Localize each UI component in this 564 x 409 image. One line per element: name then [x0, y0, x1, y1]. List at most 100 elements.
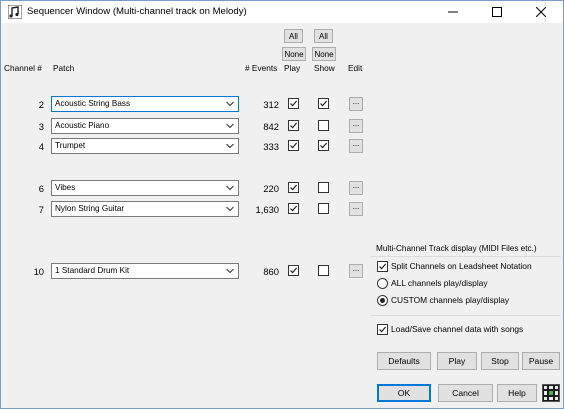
group-divider — [371, 256, 561, 257]
edit-button[interactable]: ... — [349, 181, 363, 195]
app-icon — [8, 5, 22, 19]
event-count: 220 — [263, 183, 279, 194]
channel-number: 10 — [33, 266, 44, 277]
event-count: 312 — [263, 99, 279, 110]
pause-label: Pause — [528, 356, 554, 366]
check-icon — [290, 100, 298, 107]
play-checkbox[interactable] — [288, 182, 299, 193]
cancel-label: Cancel — [452, 388, 479, 398]
chevron-down-icon — [226, 185, 234, 191]
edit-button[interactable]: ... — [349, 202, 363, 216]
show-checkbox[interactable] — [318, 203, 329, 214]
pause-button[interactable]: Pause — [522, 352, 560, 370]
play-checkbox[interactable] — [288, 120, 299, 131]
maximize-icon — [492, 7, 502, 17]
check-icon — [290, 142, 298, 149]
film-grid-button[interactable] — [542, 384, 560, 402]
all-channels-radio[interactable] — [377, 278, 388, 289]
title-bar: Sequencer Window (Multi-channel track on… — [1, 1, 563, 23]
channel-header: Channel # — [4, 63, 42, 73]
split-channels-checkbox[interactable] — [377, 261, 388, 272]
edit-button[interactable]: ... — [349, 97, 363, 111]
patch-select[interactable]: 1 Standard Drum Kit — [51, 263, 239, 279]
play-checkbox[interactable] — [288, 98, 299, 109]
chevron-down-icon — [226, 206, 234, 212]
edit-button[interactable]: ... — [349, 264, 363, 278]
play-button[interactable]: Play — [437, 352, 477, 370]
film-grid-icon — [544, 386, 558, 400]
stop-button[interactable]: Stop — [481, 352, 519, 370]
show-checkbox[interactable] — [318, 120, 329, 131]
window-title: Sequencer Window (Multi-channel track on… — [27, 6, 247, 17]
patch-value: Trumpet — [55, 141, 86, 150]
chevron-down-icon — [226, 143, 234, 149]
maximize-button[interactable] — [475, 1, 519, 23]
all-channels-label: ALL channels play/display — [391, 278, 488, 288]
check-icon — [290, 267, 298, 274]
load-save-checkbox[interactable] — [377, 324, 388, 335]
channel-number: 3 — [38, 121, 44, 132]
split-channels-label: Split Channels on Leadsheet Notation — [391, 261, 532, 271]
channel-number: 2 — [38, 99, 44, 110]
patch-value: Vibes — [55, 183, 76, 192]
channel-number: 4 — [38, 141, 44, 152]
show-checkbox[interactable] — [318, 265, 329, 276]
defaults-button[interactable]: Defaults — [377, 352, 431, 370]
edit-button[interactable]: ... — [349, 139, 363, 153]
show-checkbox[interactable] — [318, 98, 329, 109]
event-count: 860 — [263, 266, 279, 277]
patch-value: 1 Standard Drum Kit — [55, 266, 130, 275]
show-header: Show — [314, 63, 335, 73]
all-show-label: All — [319, 31, 328, 41]
patch-value: Acoustic String Bass — [55, 99, 131, 108]
patch-select[interactable]: Acoustic Piano — [51, 118, 239, 134]
stop-label: Stop — [491, 356, 509, 366]
check-icon — [290, 205, 298, 212]
group-divider-bottom — [371, 315, 561, 316]
play-checkbox[interactable] — [288, 203, 299, 214]
cancel-button[interactable]: Cancel — [438, 384, 493, 402]
chevron-down-icon — [226, 101, 234, 107]
play-checkbox[interactable] — [288, 140, 299, 151]
patch-select[interactable]: Acoustic String Bass — [51, 96, 239, 112]
help-label: Help — [508, 388, 526, 398]
all-play-button[interactable]: All — [284, 29, 303, 43]
play-checkbox[interactable] — [288, 265, 299, 276]
radio-selected-dot — [380, 298, 385, 303]
close-button[interactable] — [519, 1, 563, 23]
check-icon — [320, 142, 328, 149]
play-label: Play — [448, 356, 466, 366]
channel-number: 7 — [38, 204, 44, 215]
custom-channels-radio[interactable] — [377, 295, 388, 306]
patch-select[interactable]: Trumpet — [51, 138, 239, 154]
multichannel-group-title: Multi-Channel Track display (MIDI Files … — [376, 244, 537, 253]
patch-select[interactable]: Nylon String Guitar — [51, 201, 239, 217]
show-checkbox[interactable] — [318, 140, 329, 151]
event-count: 1,630 — [255, 204, 279, 215]
edit-button[interactable]: ... — [349, 119, 363, 133]
check-icon — [379, 263, 387, 270]
patch-value: Nylon String Guitar — [55, 204, 125, 213]
event-count: 333 — [263, 141, 279, 152]
none-show-button[interactable]: None — [312, 47, 336, 61]
play-header: Play — [284, 63, 301, 73]
patch-header: Patch — [53, 63, 75, 73]
none-play-label: None — [284, 49, 304, 59]
all-play-label: All — [289, 31, 298, 41]
none-show-label: None — [314, 49, 334, 59]
channel-number: 6 — [38, 183, 44, 194]
check-icon — [290, 184, 298, 191]
show-checkbox[interactable] — [318, 182, 329, 193]
none-play-button[interactable]: None — [282, 47, 306, 61]
check-icon — [320, 100, 328, 107]
check-icon — [290, 122, 298, 129]
ok-button[interactable]: OK — [377, 384, 431, 402]
event-count: 842 — [263, 121, 279, 132]
patch-value: Acoustic Piano — [55, 121, 110, 130]
chevron-down-icon — [226, 123, 234, 129]
all-show-button[interactable]: All — [314, 29, 333, 43]
minimize-button[interactable] — [431, 1, 475, 23]
sequencer-window: Sequencer Window (Multi-channel track on… — [0, 0, 564, 409]
patch-select[interactable]: Vibes — [51, 180, 239, 196]
help-button[interactable]: Help — [497, 384, 537, 402]
